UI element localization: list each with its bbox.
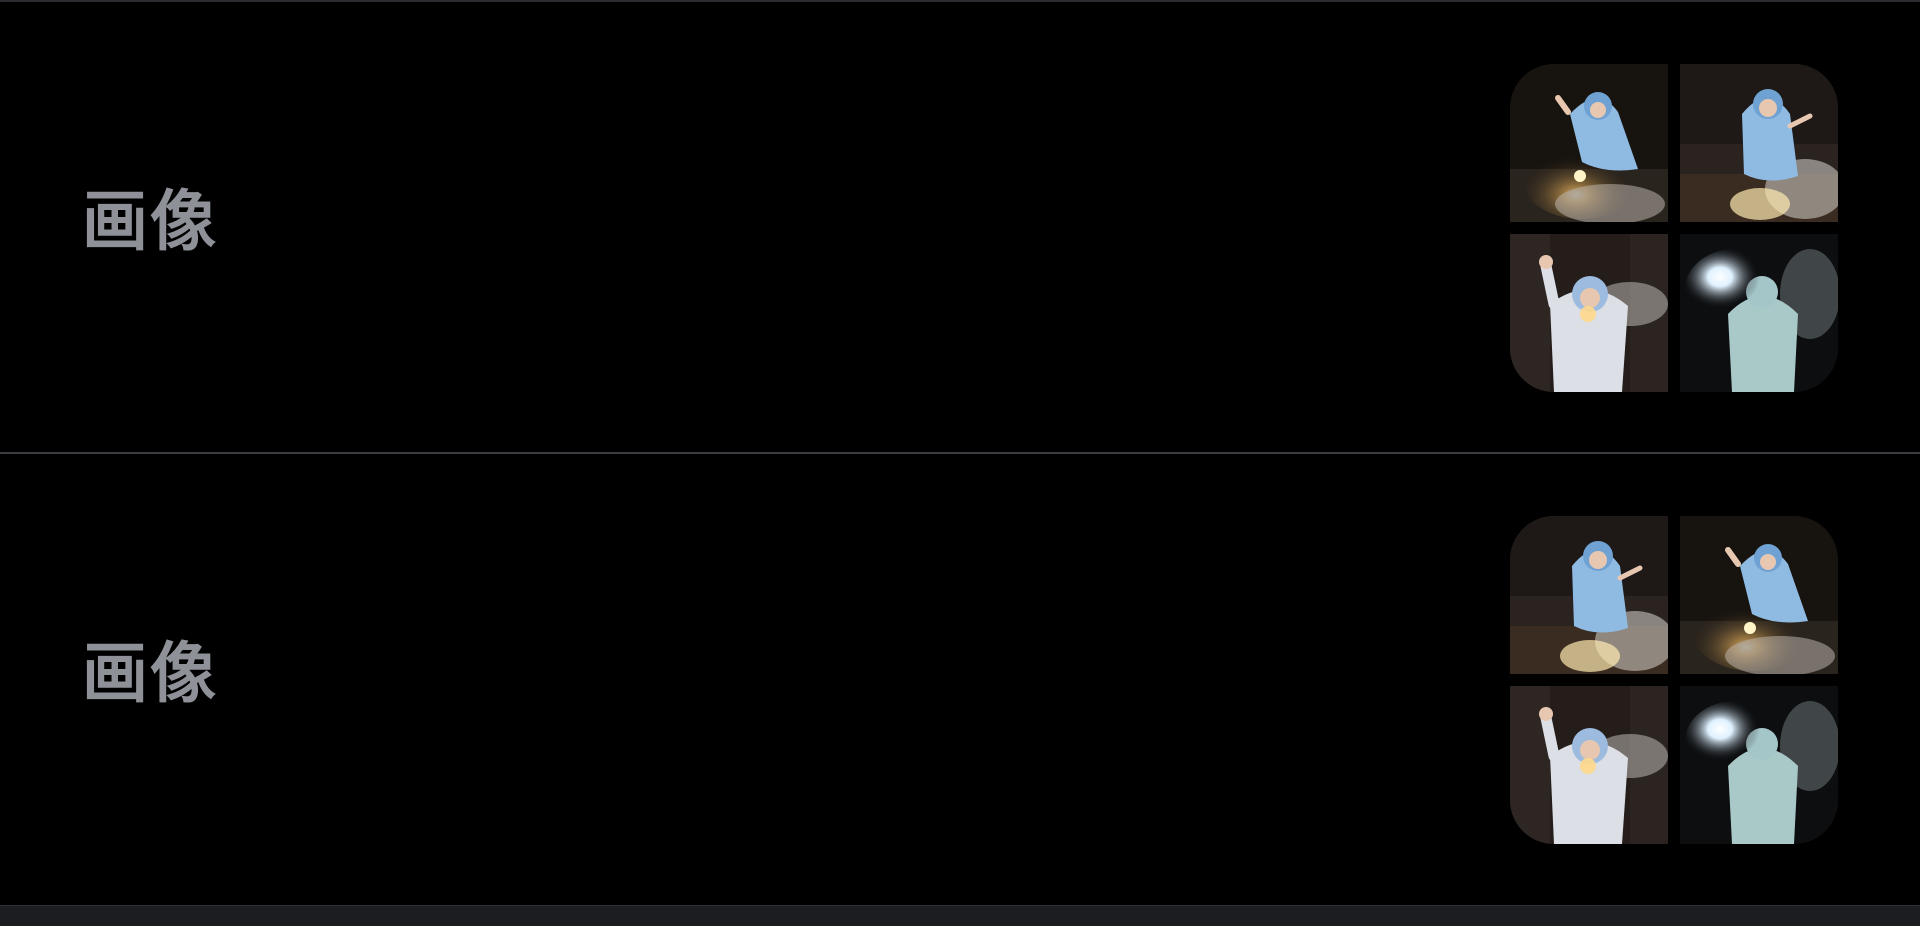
photo-thumbnail[interactable] xyxy=(1680,516,1838,674)
photo-thumbnail[interactable] xyxy=(1680,234,1838,392)
thumbnail-grid[interactable] xyxy=(1510,64,1838,392)
thumbnail-grid[interactable] xyxy=(1510,516,1838,844)
row-label: 画像 xyxy=(82,183,218,260)
photo-thumbnail[interactable] xyxy=(1510,516,1668,674)
row-label: 画像 xyxy=(82,635,218,712)
photo-standing-bright-light-icon xyxy=(1680,686,1838,844)
photo-thumbnail[interactable] xyxy=(1510,686,1668,844)
bottom-bar xyxy=(0,905,1920,926)
photo-thumbnail[interactable] xyxy=(1680,686,1838,844)
photo-thumbnail[interactable] xyxy=(1510,234,1668,392)
photo-standing-bright-light-icon xyxy=(1680,234,1838,392)
photo-crouching-sparkler-icon xyxy=(1510,64,1668,222)
photo-crouching-smoke-icon xyxy=(1680,64,1838,222)
photo-crouching-smoke-icon xyxy=(1510,516,1668,674)
photo-thumbnail[interactable] xyxy=(1680,64,1838,222)
list-item[interactable]: 画像 xyxy=(0,2,1920,453)
photo-standing-fist-icon xyxy=(1510,686,1668,844)
photo-thumbnail[interactable] xyxy=(1510,64,1668,222)
photo-standing-fist-icon xyxy=(1510,234,1668,392)
photo-crouching-sparkler-icon xyxy=(1680,516,1838,674)
list-item[interactable]: 画像 xyxy=(0,454,1920,905)
